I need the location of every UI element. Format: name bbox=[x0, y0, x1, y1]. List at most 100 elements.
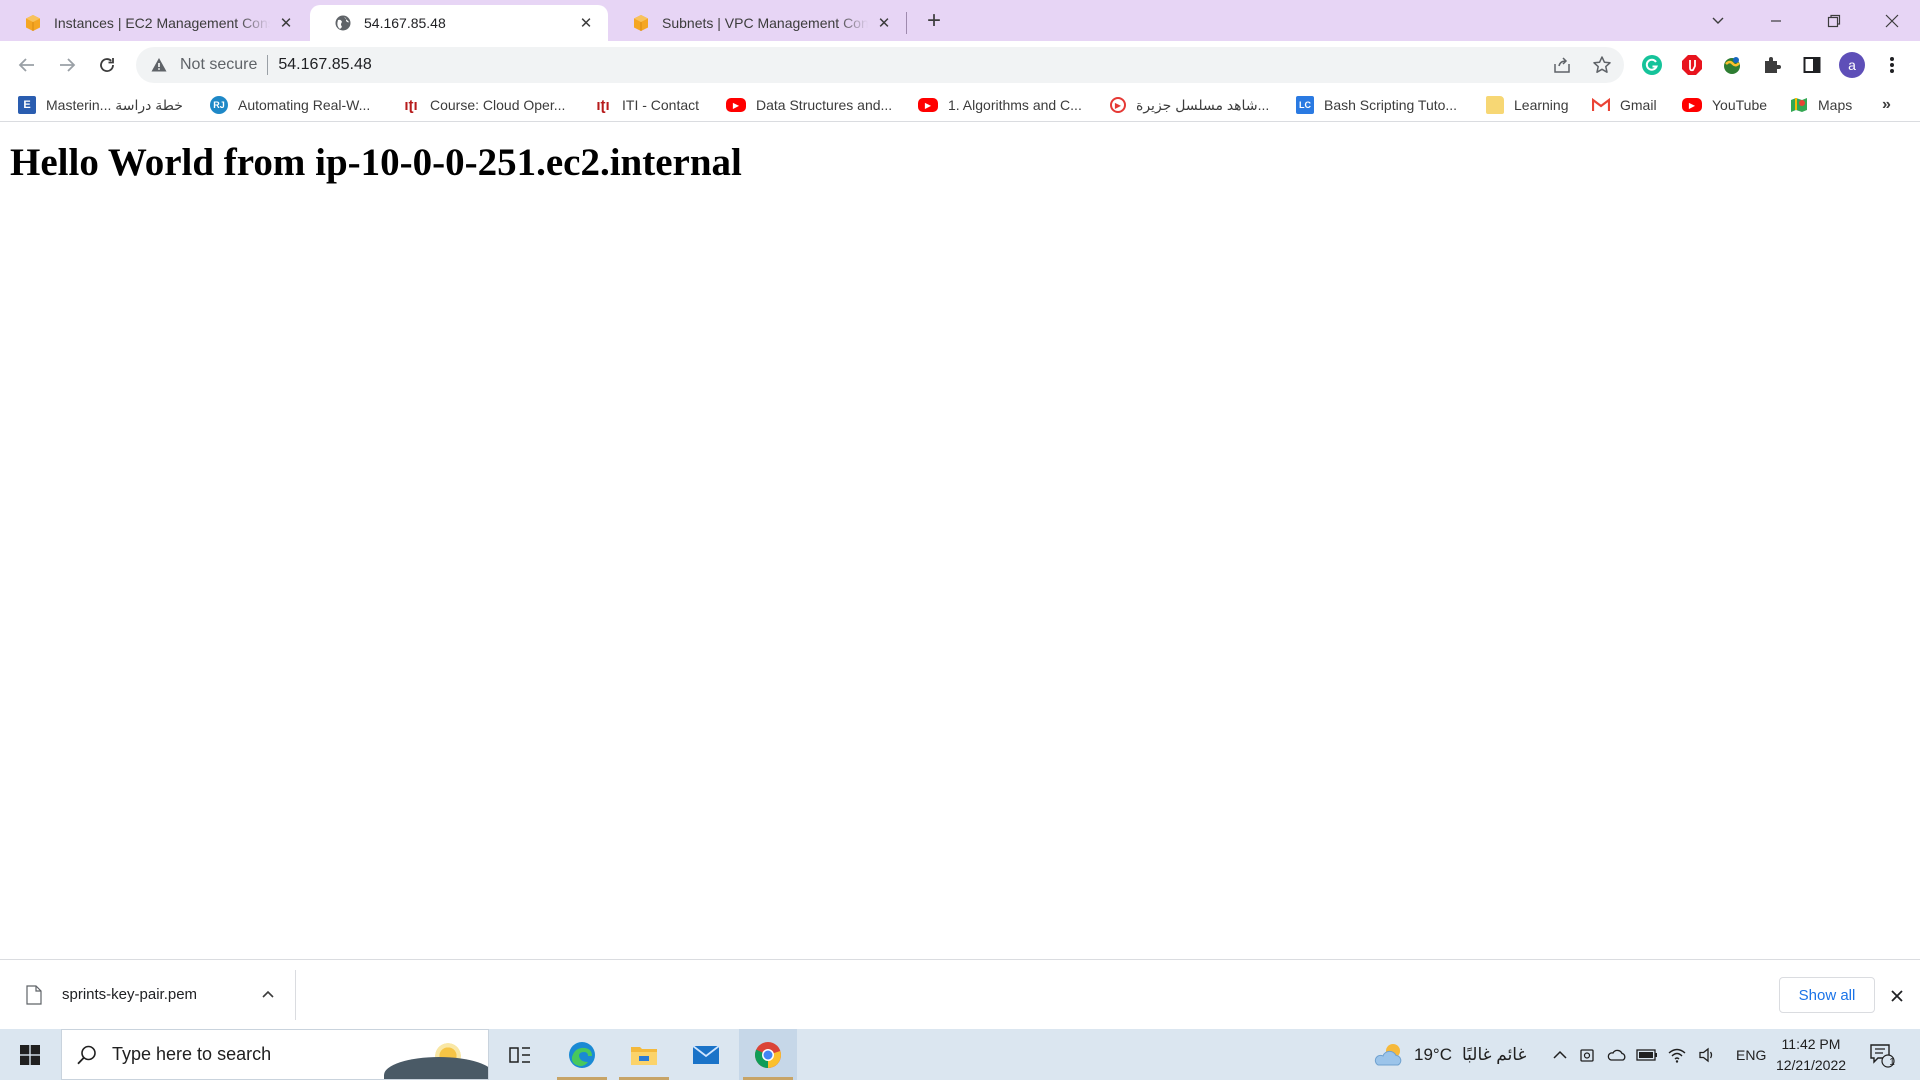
lc-badge-icon: LC bbox=[1296, 96, 1314, 114]
youtube-icon: ▶ bbox=[1682, 98, 1702, 112]
bookmark-label: Gmail bbox=[1620, 97, 1657, 113]
aws-cube-icon bbox=[632, 14, 650, 32]
bookmarks-overflow-button[interactable]: » bbox=[1882, 94, 1891, 116]
iti-logo-icon: ıʈı bbox=[404, 96, 418, 114]
rj-badge-icon: RJ bbox=[210, 96, 228, 114]
maps-icon bbox=[1790, 96, 1808, 114]
bookmark-label: Bash Scripting Tuto... bbox=[1324, 97, 1458, 113]
extensions-puzzle-icon[interactable] bbox=[1758, 51, 1786, 79]
file-explorer-taskbar-icon[interactable] bbox=[615, 1029, 673, 1080]
download-item[interactable]: sprints-key-pair.pem bbox=[0, 960, 296, 1029]
task-view-button[interactable] bbox=[491, 1029, 549, 1080]
aws-cube-icon bbox=[24, 14, 42, 32]
profile-avatar[interactable]: a bbox=[1838, 51, 1866, 79]
bookmark-item[interactable]: ıʈı ITI - Contact bbox=[594, 94, 699, 116]
wifi-icon[interactable] bbox=[1662, 1047, 1692, 1063]
reload-button[interactable] bbox=[91, 49, 123, 81]
e-letter-icon: E bbox=[18, 96, 36, 114]
restore-window-button[interactable] bbox=[1806, 0, 1862, 41]
bookmark-item[interactable]: ▶ YouTube bbox=[1682, 94, 1767, 116]
show-all-downloads-button[interactable]: Show all bbox=[1779, 977, 1875, 1013]
iti-logo-icon: ıʈı bbox=[596, 96, 610, 114]
bookmark-item[interactable]: Learning bbox=[1486, 94, 1569, 116]
share-icon[interactable] bbox=[1550, 53, 1574, 77]
bookmark-item[interactable]: Maps bbox=[1790, 94, 1852, 116]
edge-taskbar-icon[interactable] bbox=[553, 1029, 611, 1080]
mail-taskbar-icon[interactable] bbox=[677, 1029, 735, 1080]
windows-start-button[interactable] bbox=[8, 1029, 52, 1080]
close-tab-icon[interactable]: ✕ bbox=[276, 13, 296, 33]
globe-extension-icon[interactable] bbox=[1718, 51, 1746, 79]
adblock-extension-icon[interactable] bbox=[1678, 51, 1706, 79]
address-bar[interactable]: Not secure 54.167.85.48 bbox=[136, 47, 1624, 83]
bookmark-label: ITI - Contact bbox=[622, 97, 700, 113]
tab-title: Subnets | VPC Management Console bbox=[662, 15, 868, 31]
url-text[interactable]: 54.167.85.48 bbox=[278, 56, 371, 74]
bookmark-label: 1. Algorithms and C... bbox=[948, 97, 1082, 113]
chrome-taskbar-icon[interactable] bbox=[739, 1029, 797, 1080]
battery-icon[interactable] bbox=[1632, 1048, 1662, 1061]
minimize-window-button[interactable] bbox=[1748, 0, 1804, 41]
meet-now-icon[interactable] bbox=[1572, 1047, 1602, 1063]
system-tray: ENG bbox=[1548, 1029, 1766, 1080]
file-icon bbox=[26, 984, 42, 1005]
gmail-icon bbox=[1592, 96, 1610, 114]
bookmark-item[interactable]: ıʈı Course: Cloud Oper... bbox=[402, 94, 565, 116]
clock-date: 12/21/2022 bbox=[1775, 1057, 1847, 1073]
bookmark-label: Data Structures and... bbox=[756, 97, 893, 113]
volume-icon[interactable] bbox=[1692, 1047, 1722, 1063]
download-shelf: sprints-key-pair.pem Show all bbox=[0, 959, 1920, 1029]
page-viewport: Hello World from ip-10-0-0-251.ec2.inter… bbox=[0, 123, 1920, 959]
back-button[interactable] bbox=[11, 49, 43, 81]
weather-widget[interactable]: 19°C غائم غالبًا bbox=[1372, 1029, 1526, 1080]
tab-search-chevron-icon[interactable] bbox=[1690, 0, 1746, 41]
bookmark-label: شاهد مسلسل جزيرة... bbox=[1136, 96, 1270, 113]
profile-initial: a bbox=[1848, 57, 1856, 73]
bookmark-label: Masterin... خطة دراسة bbox=[46, 96, 183, 113]
bookmark-label: Course: Cloud Oper... bbox=[430, 97, 566, 113]
bookmark-item[interactable]: RJ Automating Real-W... bbox=[210, 94, 370, 116]
tab-strip: Instances | EC2 Management Console ✕ 54.… bbox=[0, 0, 1920, 41]
security-status-label[interactable]: Not secure bbox=[180, 56, 257, 74]
close-tab-icon[interactable]: ✕ bbox=[874, 13, 894, 33]
page-heading: Hello World from ip-10-0-0-251.ec2.inter… bbox=[10, 141, 742, 184]
clock-time: 11:42 PM bbox=[1781, 1036, 1841, 1052]
onedrive-cloud-icon[interactable] bbox=[1602, 1048, 1632, 1062]
input-language-indicator[interactable]: ENG bbox=[1736, 1047, 1766, 1063]
windows-taskbar: Type here to search 19°C غائم غالبًا ENG… bbox=[0, 1029, 1920, 1080]
bookmark-item[interactable]: E Masterin... خطة دراسة bbox=[18, 94, 183, 116]
bookmark-star-icon[interactable] bbox=[1590, 53, 1614, 77]
shelf-divider bbox=[295, 970, 296, 1020]
side-panel-icon[interactable] bbox=[1798, 51, 1826, 79]
bookmark-label: YouTube bbox=[1712, 97, 1768, 113]
close-tab-icon[interactable]: ✕ bbox=[576, 13, 596, 33]
bookmark-item[interactable]: ▶ شاهد مسلسل جزيرة... bbox=[1110, 94, 1269, 116]
tab-vpc-subnets[interactable]: Subnets | VPC Management Console ✕ bbox=[608, 5, 906, 41]
tab-current-ip[interactable]: 54.167.85.48 ✕ bbox=[310, 5, 608, 41]
bookmark-label: Automating Real-W... bbox=[238, 97, 371, 113]
bookmark-item[interactable]: LC Bash Scripting Tuto... bbox=[1296, 94, 1457, 116]
tab-title: 54.167.85.48 bbox=[364, 15, 446, 31]
browser-menu-icon[interactable] bbox=[1878, 51, 1906, 79]
close-shelf-icon[interactable] bbox=[1885, 984, 1909, 1008]
globe-icon bbox=[334, 14, 352, 32]
bookmark-item[interactable]: ▶ 1. Algorithms and C... bbox=[918, 94, 1082, 116]
browser-toolbar: Not secure 54.167.85.48 a bbox=[0, 41, 1920, 89]
chevron-up-icon[interactable] bbox=[258, 984, 278, 1004]
show-hidden-icons-chevron-icon[interactable] bbox=[1548, 1050, 1572, 1059]
taskbar-clock[interactable]: 11:42 PM 12/21/2022 bbox=[1766, 1034, 1856, 1076]
grammarly-extension-icon[interactable] bbox=[1638, 51, 1666, 79]
forward-button[interactable] bbox=[51, 49, 83, 81]
folder-icon bbox=[1486, 96, 1504, 114]
action-center-notification-icon[interactable]: 1 bbox=[1866, 1039, 1898, 1071]
bookmark-item[interactable]: ▶ Data Structures and... bbox=[726, 94, 892, 116]
bookmark-item[interactable]: Gmail bbox=[1592, 94, 1657, 116]
search-highlight-hill-icon bbox=[384, 1057, 488, 1079]
warning-triangle-icon[interactable] bbox=[150, 56, 168, 74]
shahid-icon: ▶ bbox=[1110, 97, 1126, 113]
tab-title: Instances | EC2 Management Console bbox=[54, 15, 270, 31]
close-window-button[interactable] bbox=[1864, 0, 1920, 41]
tab-ec2-instances[interactable]: Instances | EC2 Management Console ✕ bbox=[0, 5, 308, 41]
new-tab-button[interactable]: + bbox=[919, 7, 949, 34]
taskbar-search-box[interactable]: Type here to search bbox=[61, 1029, 489, 1080]
